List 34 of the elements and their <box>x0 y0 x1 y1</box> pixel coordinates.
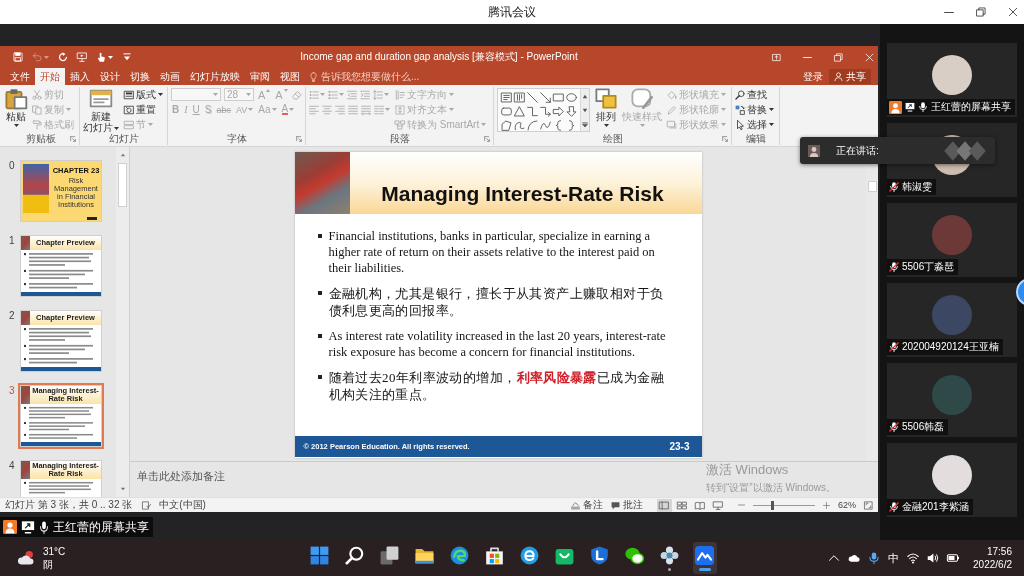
bullet-text: Financial institutions, banks in particular, specialize in earning a higher rate of return on their assets relative to the interest paid on their liabilities. <box>328 228 656 276</box>
group-label: 编辑 <box>745 133 766 145</box>
group-label: 绘图 <box>602 133 623 145</box>
group-label: 段落 <box>389 133 410 145</box>
participant-name: 韩淑雯 <box>902 180 932 194</box>
slide-number: 2 <box>8 310 16 322</box>
participant-name: 202004920124王亚楠 <box>902 340 999 354</box>
activation-watermark-detail: 转到“设置”以激活 Windows。 <box>706 481 836 495</box>
presenter-label: 王红蕾的屏幕共享 <box>53 518 149 536</box>
temperature: 31°C <box>43 545 66 558</box>
clock-time: 17:56 <box>986 545 1012 558</box>
bullet-text: 金融机构，尤其是银行，擅长于从其资产上赚取相对于负债利息更高的回报率。 <box>328 285 665 319</box>
slide-number: 3 <box>8 385 16 397</box>
group-label: 剪贴板 <box>25 133 56 145</box>
participant-name: 5506韩磊 <box>902 420 945 434</box>
slide-number: 4 <box>8 460 16 472</box>
participant-name: 金融201李紫涵 <box>902 500 969 514</box>
bullet-text: As interest rate volatility increased in the last 20 years, interest-rate risk exposure has become a concern for financial institutions. <box>328 328 667 360</box>
page-number: 23-3 <box>669 441 690 452</box>
group-label: 幻灯片 <box>108 133 139 145</box>
window-title: 腾讯会议 <box>488 3 536 21</box>
activation-watermark-title: 激活 Windows <box>706 461 790 479</box>
group-label: 字体 <box>226 133 247 145</box>
slide-number: 1 <box>8 235 16 247</box>
weather-condition: 阴 <box>43 558 54 571</box>
slide-count: 幻灯片 第 3 张，共 0 .. 32 张 <box>5 498 133 512</box>
slide-number: 0 <box>8 160 16 172</box>
speaking-label: 正在讲话: <box>836 143 879 158</box>
participant-name: 5506丁淼琶 <box>902 260 955 274</box>
slide-title: Managing Interest-Rate Risk <box>381 182 664 206</box>
participant-name: 王红蕾的屏幕共享 <box>931 100 1011 114</box>
document-title: Income gap and duration gap analysis [兼容模式] - PowerPoint <box>300 50 578 64</box>
bullet-text: 随着过去20年利率波动的增加，利率风险暴露已成为金融机构关注的重点。 <box>328 369 665 403</box>
clock-date: 2022/6/2 <box>973 558 1012 571</box>
